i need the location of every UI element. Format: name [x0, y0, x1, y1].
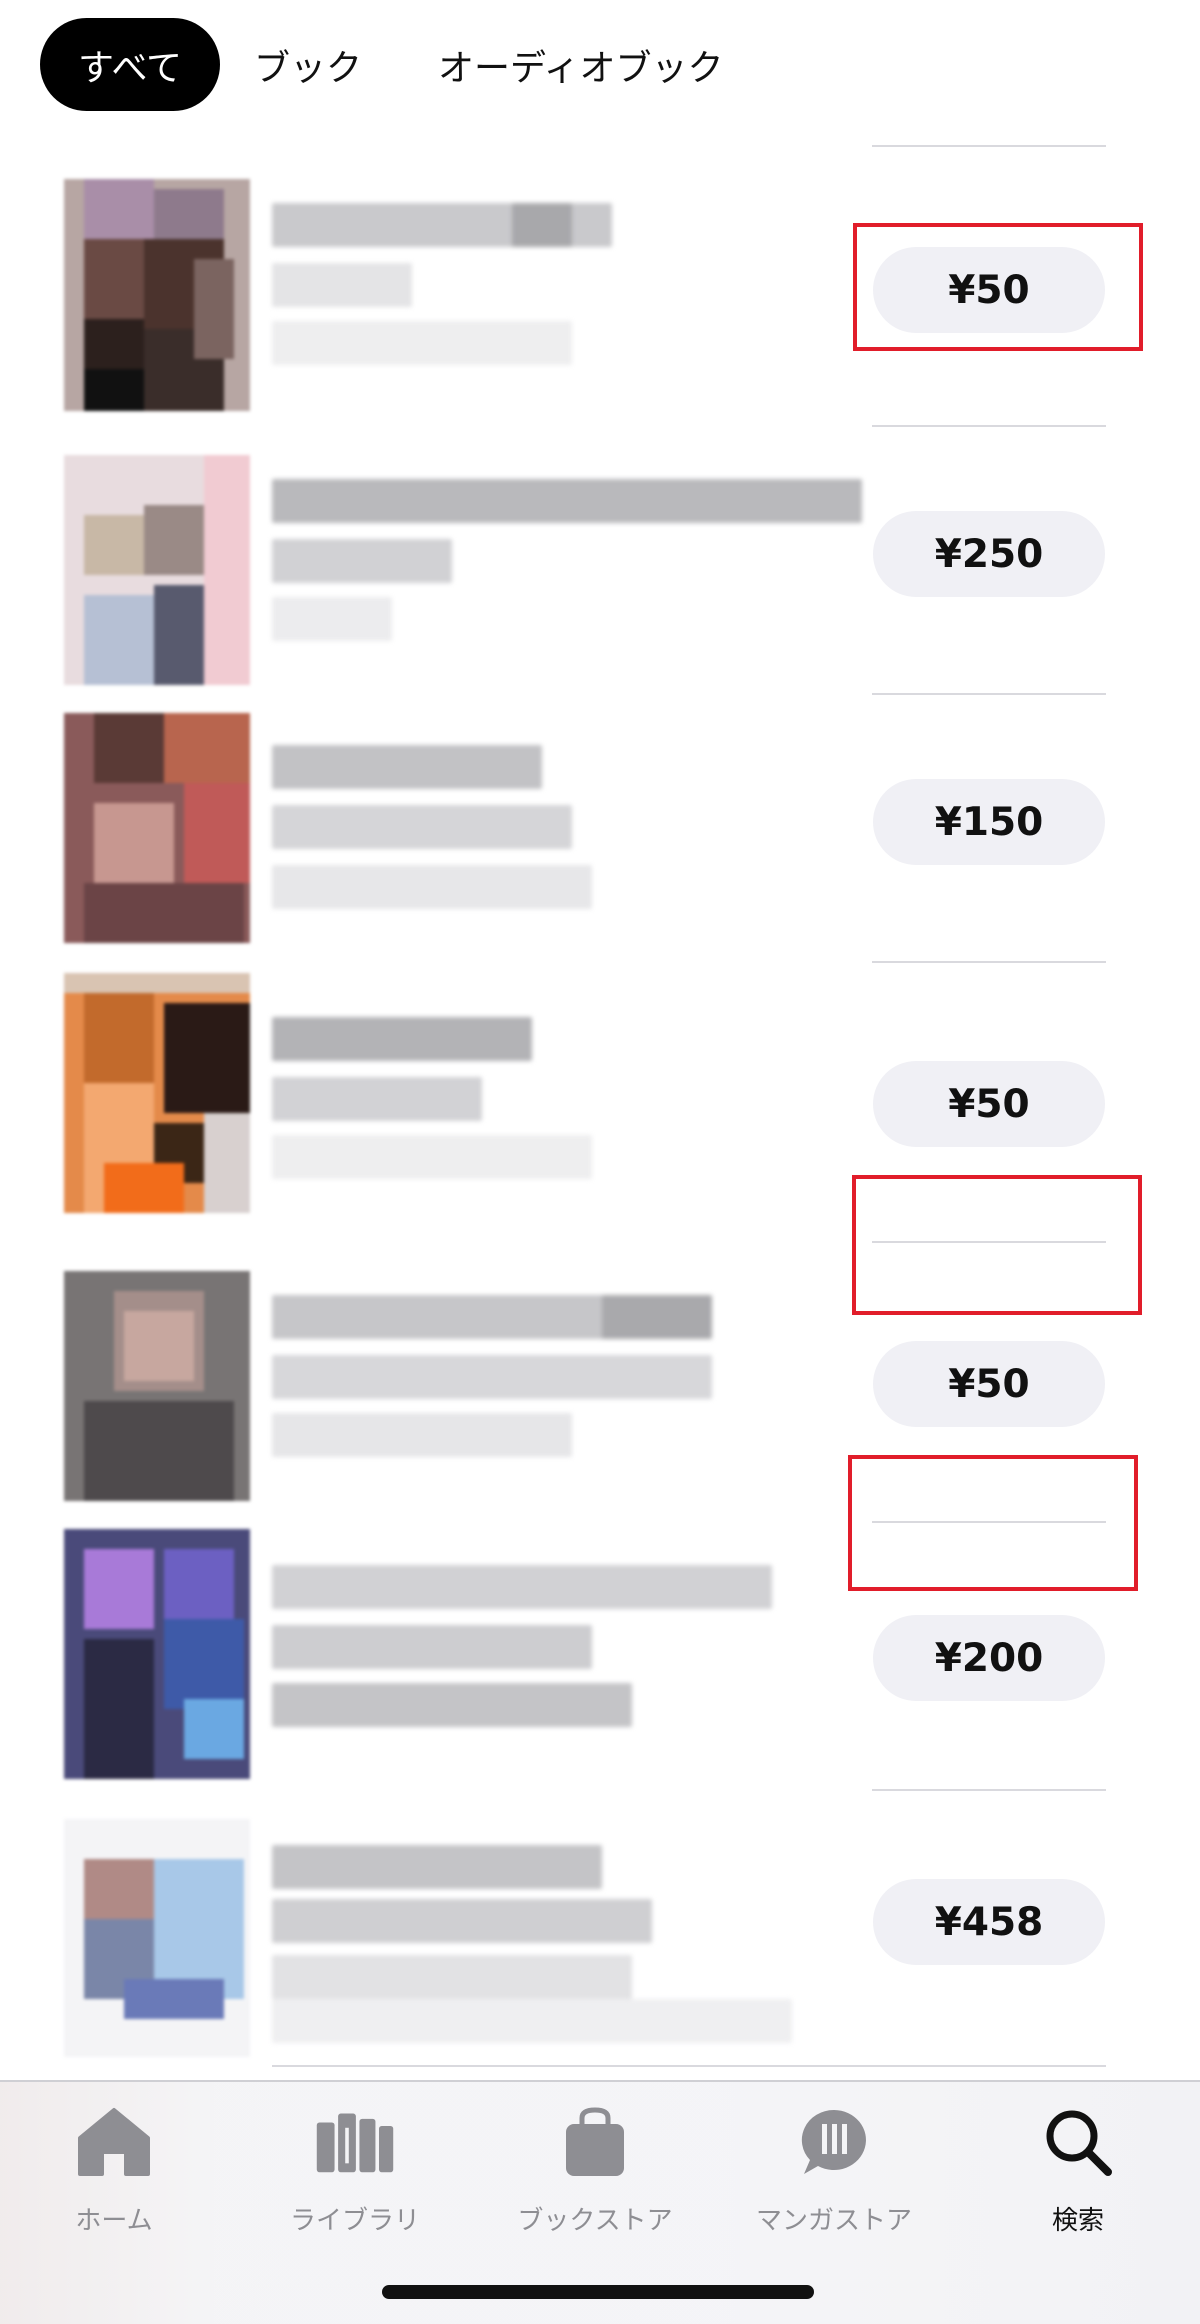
book-metadata	[272, 479, 872, 649]
book-cover[interactable]	[64, 179, 250, 411]
tab-bookstore[interactable]: ブックストア	[485, 2102, 705, 2252]
list-item[interactable]: ¥458	[0, 1789, 1200, 2081]
list-item[interactable]: ¥50	[0, 961, 1200, 1315]
book-cover[interactable]	[64, 1819, 250, 2057]
list-item[interactable]: ¥250	[0, 425, 1200, 693]
highlight-box	[853, 223, 1143, 351]
book-cover[interactable]	[64, 713, 250, 943]
tab-search-label: 検索	[1051, 2206, 1104, 2236]
row-divider	[872, 425, 1106, 427]
list-item[interactable]: ¥50	[0, 1241, 1200, 1591]
book-metadata	[272, 1565, 872, 1745]
book-cover[interactable]	[64, 455, 250, 685]
tab-all[interactable]: すべて	[40, 18, 220, 111]
home-icon	[74, 2102, 154, 2182]
row-divider	[872, 1241, 1106, 1243]
bookstore-bag-icon	[555, 2102, 635, 2182]
row-divider	[872, 1521, 1106, 1523]
price-button[interactable]: ¥200	[873, 1615, 1105, 1701]
list-item[interactable]: ¥150	[0, 693, 1200, 961]
tab-search[interactable]: 検索	[968, 2102, 1188, 2252]
price-button[interactable]: ¥50	[873, 1341, 1105, 1427]
book-metadata	[272, 1295, 872, 1465]
book-metadata	[272, 1845, 872, 2043]
tab-bookstore-label: ブックストア	[517, 2206, 673, 2236]
book-metadata	[272, 1017, 872, 1187]
book-metadata	[272, 745, 872, 915]
price-button[interactable]: ¥458	[873, 1879, 1105, 1965]
book-cover[interactable]	[64, 1271, 250, 1501]
tab-manga-store-label: マンガストア	[755, 2206, 912, 2236]
tab-books[interactable]: ブック	[254, 18, 362, 111]
tab-manga-store[interactable]: マンガストア	[724, 2102, 944, 2252]
book-cover[interactable]	[64, 1529, 250, 1779]
list-item[interactable]: ¥200	[0, 1521, 1200, 1789]
tab-library[interactable]: ライブラリ	[245, 2102, 465, 2252]
row-divider	[872, 1789, 1106, 1791]
tab-home[interactable]: ホーム	[4, 2102, 224, 2252]
row-divider	[872, 693, 1106, 695]
list-item[interactable]: ¥50	[0, 145, 1200, 425]
manga-bubble-icon	[794, 2102, 874, 2182]
book-metadata	[272, 203, 872, 373]
home-indicator	[382, 2285, 814, 2299]
price-button[interactable]: ¥250	[873, 511, 1105, 597]
row-divider	[872, 145, 1106, 147]
list-end-divider	[0, 2065, 1200, 2067]
tab-library-label: ライブラリ	[289, 2206, 420, 2236]
tab-audiobooks[interactable]: オーディオブック	[438, 18, 723, 111]
price-button[interactable]: ¥150	[873, 779, 1105, 865]
tab-home-label: ホーム	[75, 2206, 153, 2236]
library-icon	[315, 2102, 395, 2182]
row-divider	[872, 961, 1106, 963]
filter-tabs: すべて ブック オーディオブック	[40, 18, 724, 111]
search-icon	[1038, 2102, 1118, 2182]
book-cover[interactable]	[64, 973, 250, 1213]
price-button[interactable]: ¥50	[873, 1061, 1105, 1147]
